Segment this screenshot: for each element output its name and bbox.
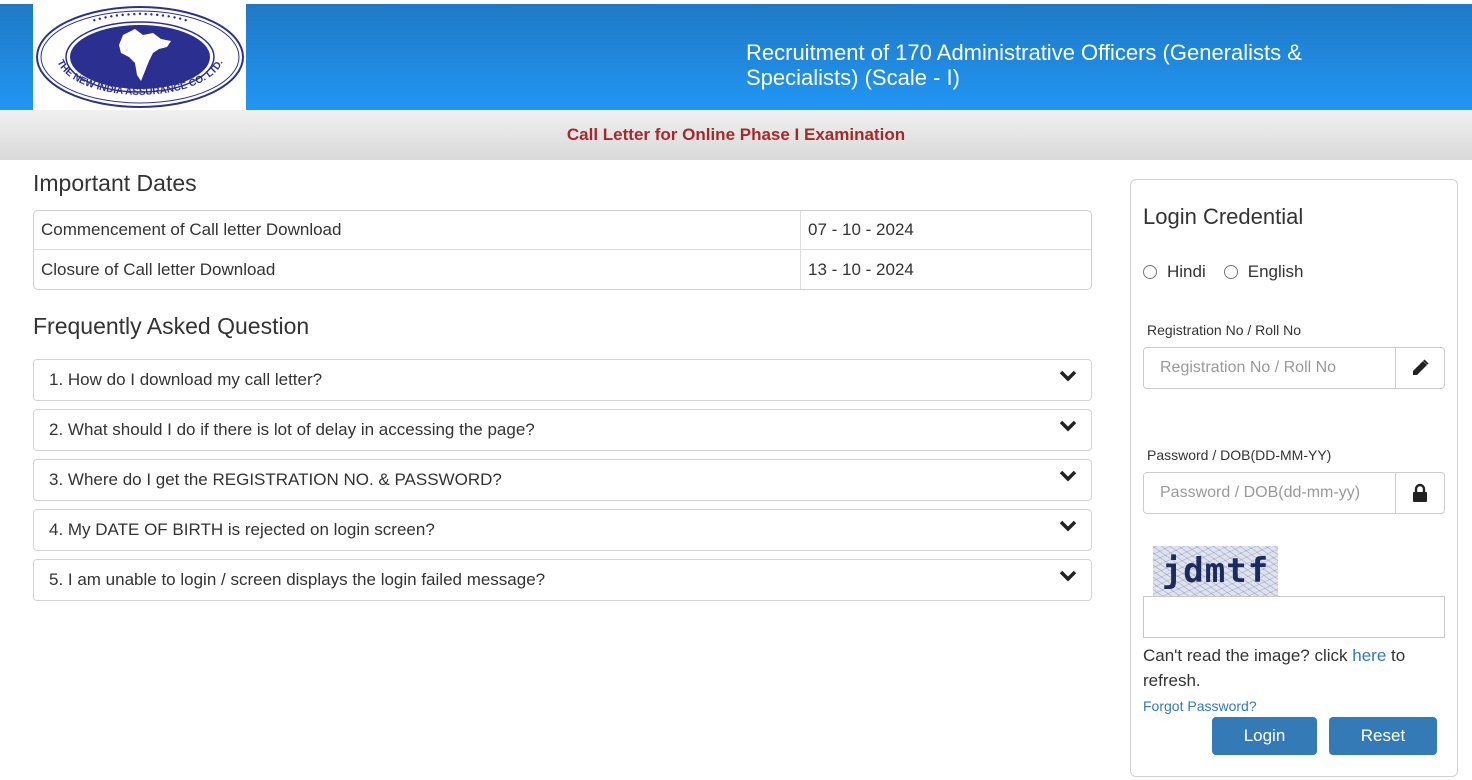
- login-actions: Login Reset: [1212, 717, 1437, 755]
- faq-heading: Frequently Asked Question: [33, 313, 310, 339]
- left-column: Important Dates Commencement of Call let…: [33, 170, 1092, 609]
- site-header: THE NEW INDIA ASSURANCE CO. LTD. • • • •…: [0, 4, 1472, 110]
- english-radio[interactable]: [1223, 265, 1238, 279]
- registration-label: Registration No / Roll No: [1147, 322, 1302, 338]
- important-dates-heading: Important Dates: [33, 170, 197, 196]
- faq-item-3[interactable]: 3. Where do I get the REGISTRATION NO. &…: [33, 459, 1092, 501]
- hindi-label: Hindi: [1167, 262, 1206, 281]
- faq-question: 3. Where do I get the REGISTRATION NO. &…: [49, 470, 502, 489]
- faq-question: 2. What should I do if there is lot of d…: [49, 420, 535, 439]
- faq-item-1[interactable]: 1. How do I download my call letter?: [33, 359, 1092, 401]
- table-row: Closure of Call letter Download 13 - 10 …: [34, 250, 1091, 289]
- important-dates-table: Commencement of Call letter Download 07 …: [33, 210, 1092, 290]
- chevron-down-icon[interactable]: [1059, 419, 1077, 433]
- subheader-bar: Call Letter for Online Phase I Examinati…: [0, 110, 1472, 160]
- password-addon: [1395, 473, 1444, 513]
- registration-input-group: [1143, 347, 1445, 389]
- captcha-wrapper: jdmtf: [1143, 546, 1445, 596]
- date-label: Commencement of Call letter Download: [34, 211, 800, 250]
- captcha-refresh-text: Can't read the image? click here to refr…: [1143, 643, 1445, 693]
- subheader-title: Call Letter for Online Phase I Examinati…: [566, 125, 906, 144]
- logo: THE NEW INDIA ASSURANCE CO. LTD. • • • •…: [33, 4, 246, 110]
- password-label: Password / DOB(DD-MM-YY): [1147, 447, 1332, 463]
- language-selector: Hindi English: [1143, 262, 1445, 282]
- faq-item-2[interactable]: 2. What should I do if there is lot of d…: [33, 409, 1092, 451]
- date-value: 07 - 10 - 2024: [800, 211, 1091, 250]
- login-button[interactable]: Login: [1212, 717, 1317, 755]
- reset-button[interactable]: Reset: [1329, 717, 1437, 755]
- faq-list: 1. How do I download my call letter? 2. …: [33, 359, 1092, 601]
- chevron-down-icon[interactable]: [1059, 369, 1077, 383]
- captcha-refresh-link[interactable]: here: [1352, 646, 1386, 665]
- lock-icon: [1413, 483, 1427, 502]
- chevron-down-icon[interactable]: [1059, 569, 1077, 583]
- password-input[interactable]: [1144, 473, 1395, 513]
- password-input-group: [1143, 472, 1445, 514]
- login-title: Login Credential: [1143, 204, 1304, 229]
- table-row: Commencement of Call letter Download 07 …: [34, 211, 1091, 250]
- language-option-english[interactable]: English: [1223, 262, 1304, 282]
- registration-addon: [1395, 348, 1444, 388]
- registration-input[interactable]: [1144, 348, 1395, 388]
- faq-question: 5. I am unable to login / screen display…: [49, 570, 546, 589]
- pencil-icon: [1413, 359, 1429, 375]
- language-option-hindi[interactable]: Hindi: [1143, 262, 1206, 282]
- page-title: Recruitment of 170 Administrative Office…: [746, 40, 1302, 90]
- chevron-down-icon[interactable]: [1059, 469, 1077, 483]
- forgot-password-link[interactable]: Forgot Password?: [1143, 698, 1257, 714]
- refresh-prefix: Can't read the image? click: [1143, 646, 1353, 665]
- hindi-radio[interactable]: [1143, 265, 1157, 279]
- captcha-image: jdmtf: [1153, 546, 1278, 596]
- captcha-input[interactable]: [1143, 596, 1445, 638]
- faq-item-4[interactable]: 4. My DATE OF BIRTH is rejected on login…: [33, 509, 1092, 551]
- faq-question: 4. My DATE OF BIRTH is rejected on login…: [49, 520, 435, 539]
- faq-question: 1. How do I download my call letter?: [49, 370, 323, 389]
- date-label: Closure of Call letter Download: [41, 259, 276, 279]
- chevron-down-icon[interactable]: [1059, 519, 1077, 533]
- new-india-assurance-logo-icon: THE NEW INDIA ASSURANCE CO. LTD. • • • •…: [35, 6, 244, 108]
- captcha-text: jdmtf: [1161, 551, 1270, 591]
- date-value: 13 - 10 - 2024: [800, 250, 1091, 289]
- login-panel: Login Credential Hindi English Registrat…: [1130, 179, 1458, 777]
- english-label: English: [1247, 262, 1304, 281]
- faq-item-5[interactable]: 5. I am unable to login / screen display…: [33, 559, 1092, 601]
